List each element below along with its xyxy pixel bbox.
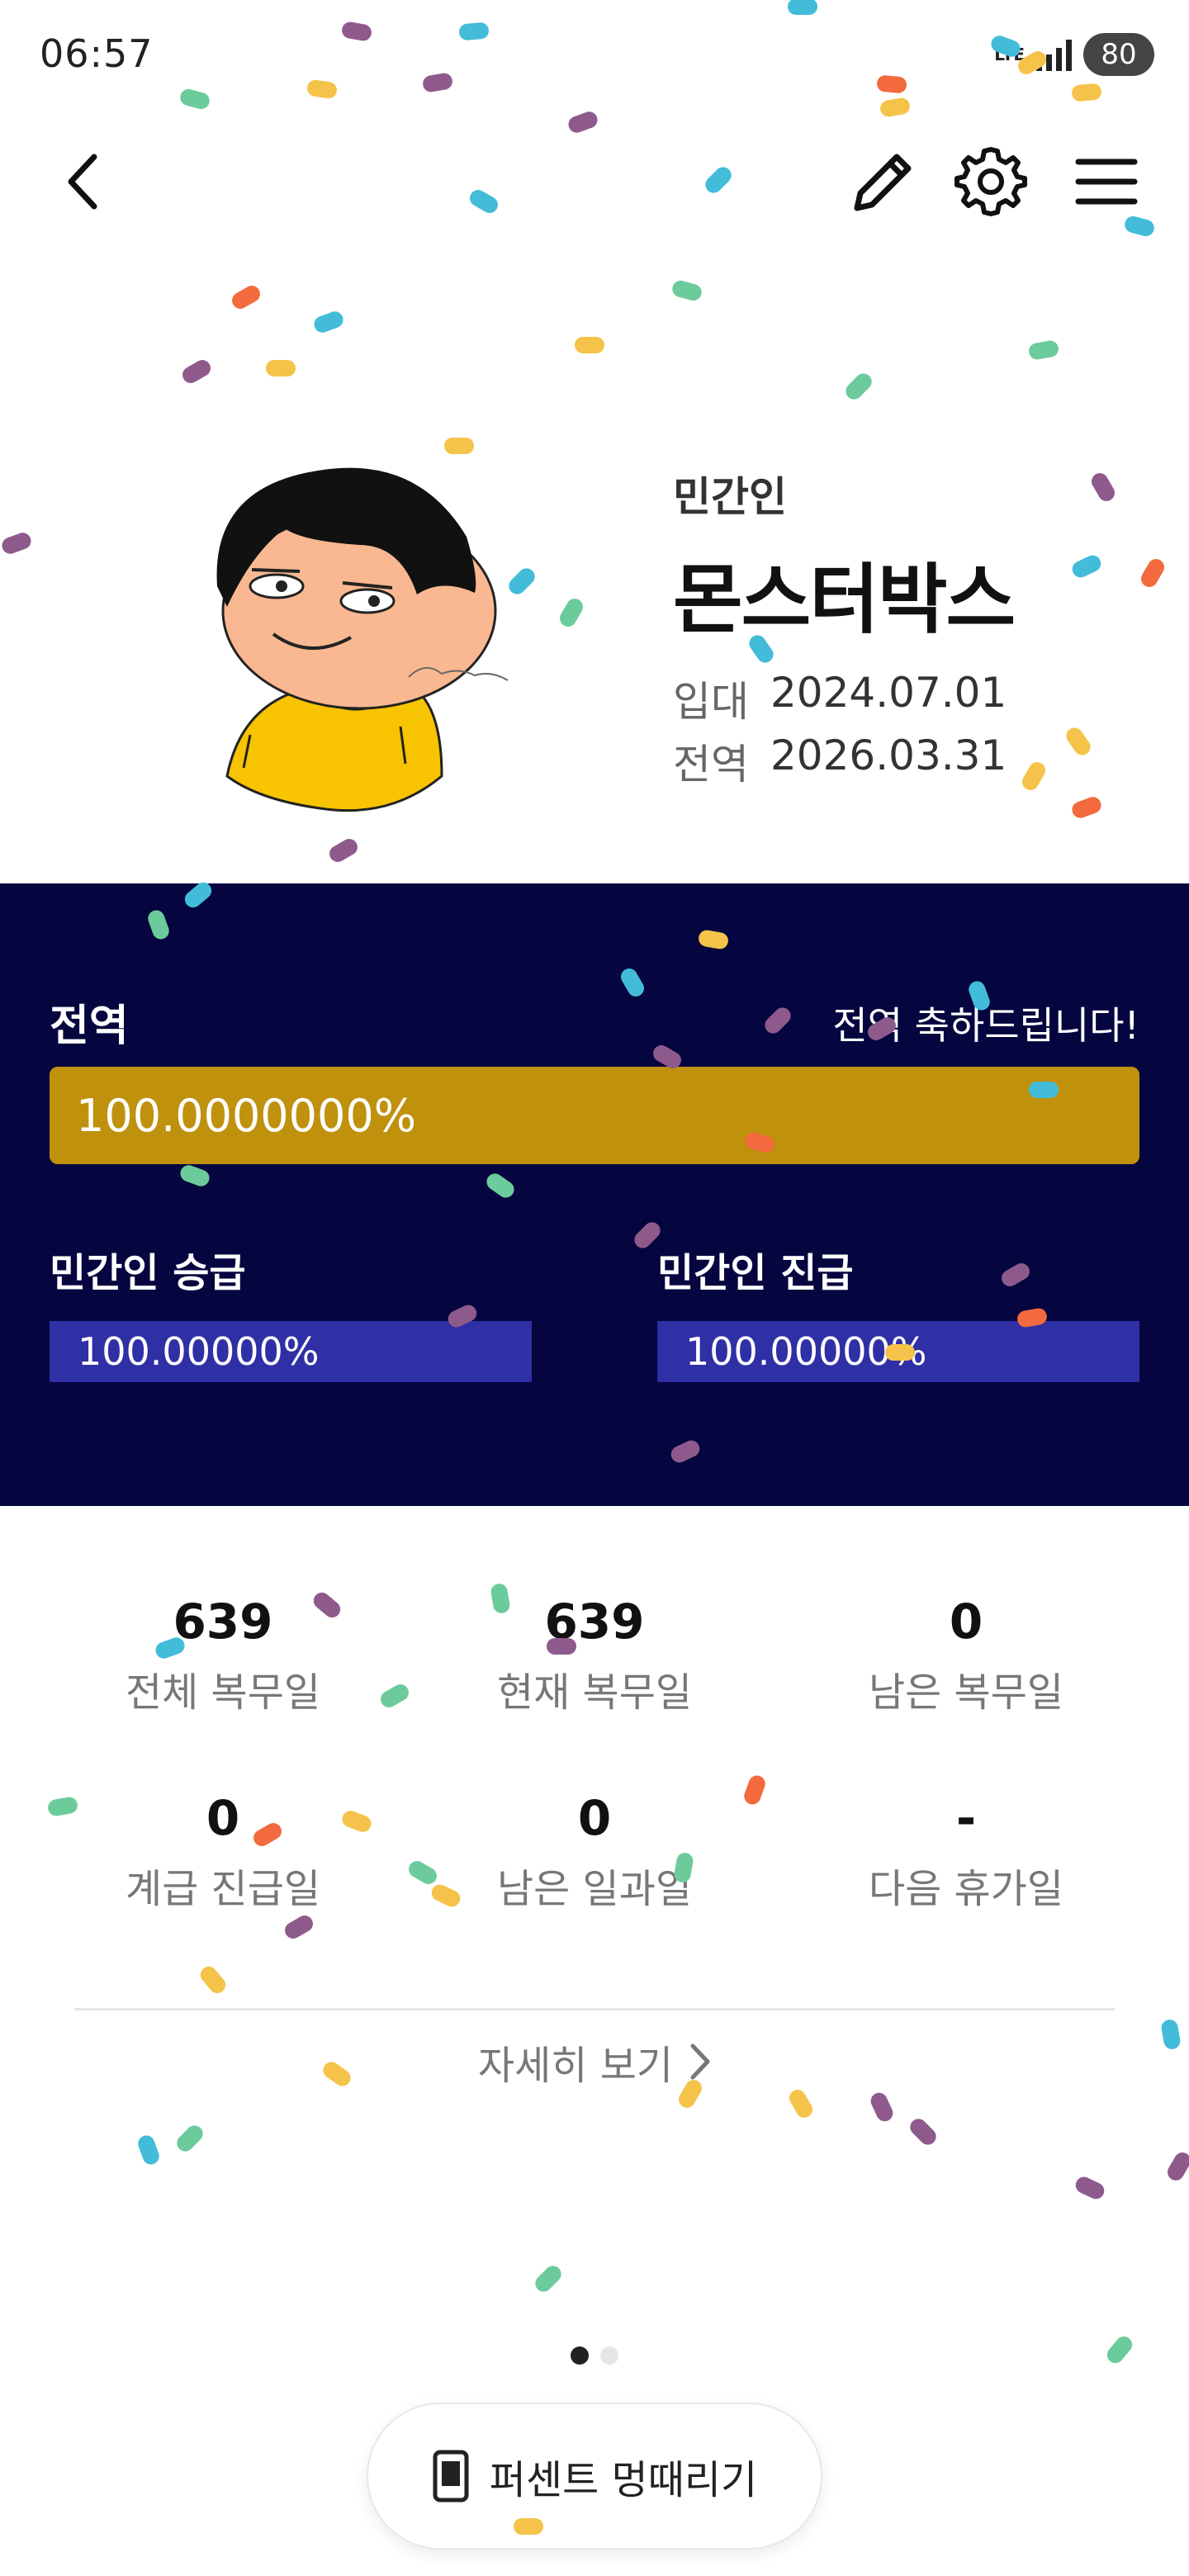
discharge-progress-value: 100.0000000%: [76, 1090, 417, 1142]
percent-stare-button[interactable]: 퍼센트 멍때리기: [367, 2403, 822, 2550]
status-icons: LTE 80: [994, 33, 1154, 76]
confetti-piece: [560, 599, 583, 627]
discharge-progress-title: 전역: [50, 1002, 129, 1051]
promotion-progress: 민간인 승급 100.00000%: [50, 1240, 532, 1382]
profile-name: 몬스터박스: [673, 556, 1016, 644]
confetti-piece: [789, 2090, 812, 2118]
confetti-piece: [1168, 2152, 1189, 2181]
confetti-piece: [1029, 340, 1059, 360]
chevron-left-icon: [68, 154, 97, 210]
confetti-piece: [1141, 559, 1164, 587]
page-indicator: [0, 2346, 1189, 2365]
stat-next-leave: - 다음 휴가일: [780, 1790, 1152, 1914]
confetti-piece: [314, 311, 343, 333]
confetti-piece: [1022, 762, 1045, 790]
enlist-label: 입대: [673, 678, 749, 726]
stat-total-days: 639 전체 복무일: [37, 1593, 409, 1717]
confetti-piece: [2, 533, 31, 554]
see-more-label: 자세히 보기: [477, 2043, 674, 2089]
stat-value: 0: [206, 1790, 240, 1846]
confetti-piece: [329, 839, 358, 862]
signal-icon: [1036, 38, 1072, 71]
page-dot-active[interactable]: [571, 2346, 589, 2365]
lte-icon: LTE: [994, 45, 1025, 64]
congrats-message: 전역 축하드립니다!: [832, 1003, 1139, 1048]
pay-grade-progress-value: 100.00000%: [685, 1329, 927, 1374]
confetti-piece: [1066, 727, 1091, 755]
discharge-date: 2026.03.31: [770, 732, 1007, 779]
enlist-date: 2024.07.01: [770, 669, 1007, 717]
stat-value: 639: [173, 1593, 273, 1650]
see-more-link[interactable]: 자세히 보기: [0, 2033, 1189, 2091]
status-bar: 06:57 LTE 80: [0, 0, 1189, 107]
promotion-progress-value: 100.00000%: [78, 1329, 320, 1374]
pay-grade-title: 민간인 진급: [657, 1250, 854, 1296]
discharge-progress-bar: 100.0000000%: [50, 1067, 1139, 1164]
divider: [74, 2008, 1115, 2010]
stat-value: -: [955, 1790, 977, 1846]
stat-label: 현재 복무일: [496, 1669, 693, 1716]
confetti-piece: [285, 1915, 313, 1939]
edit-button[interactable]: [842, 140, 925, 223]
stat-current-days: 639 현재 복무일: [409, 1593, 780, 1717]
confetti-piece: [444, 438, 474, 454]
stat-remaining-days: 0 남은 복무일: [780, 1593, 1152, 1717]
back-button[interactable]: [43, 140, 126, 223]
confetti-piece: [266, 360, 296, 376]
chevron-right-icon: [690, 2043, 710, 2080]
pay-grade-progress: 민간인 진급 100.00000%: [657, 1240, 1139, 1382]
confetti-piece: [910, 2119, 936, 2145]
stat-value: 0: [577, 1790, 612, 1846]
confetti-piece: [1072, 555, 1101, 578]
settings-button[interactable]: [950, 140, 1032, 223]
status-time: 06:57: [40, 31, 154, 76]
battery-icon: 80: [1083, 33, 1154, 76]
confetti-piece: [1075, 2176, 1105, 2200]
confetti-piece: [470, 190, 498, 213]
pay-grade-progress-bar: 100.00000%: [657, 1321, 1139, 1382]
pencil-icon: [854, 154, 912, 211]
gear-icon: [955, 147, 1027, 216]
page-dot[interactable]: [600, 2346, 618, 2365]
stat-label: 전체 복무일: [125, 1669, 321, 1716]
confetti-piece: [138, 2135, 159, 2165]
discharge-date-row: 전역 2026.03.31: [673, 732, 1007, 791]
confetti-piece: [575, 337, 604, 353]
progress-panel[interactable]: 전역 전역 축하드립니다! 100.0000000% 민간인 승급 100.00…: [0, 883, 1189, 1506]
stat-label: 계급 진급일: [125, 1866, 321, 1912]
confetti-piece: [568, 111, 598, 133]
confetti-piece: [672, 280, 702, 301]
confetti-piece: [177, 2125, 203, 2152]
avatar[interactable]: [194, 454, 541, 817]
hamburger-menu-icon: [1075, 159, 1138, 205]
confetti-piece: [200, 1966, 226, 1994]
confetti-piece: [182, 360, 211, 383]
confetti-piece: [535, 2266, 561, 2292]
phone-icon: [433, 2450, 469, 2503]
profile-rank: 민간인: [673, 473, 787, 521]
percent-stare-label: 퍼센트 멍때리기: [489, 2457, 758, 2503]
confetti-piece: [1092, 473, 1115, 501]
stat-label: 다음 휴가일: [868, 1866, 1064, 1912]
confetti-piece: [1072, 797, 1101, 818]
promotion-title: 민간인 승급: [50, 1250, 246, 1296]
stat-promotion-days: 0 계급 진급일: [37, 1790, 409, 1914]
enlist-date-row: 입대 2024.07.01: [673, 669, 1007, 728]
promotion-progress-bar: 100.00000%: [50, 1321, 532, 1382]
confetti-piece: [870, 2092, 893, 2122]
stat-remaining-workdays: 0 남은 일과일: [409, 1790, 780, 1914]
stat-value: 639: [544, 1593, 645, 1650]
confetti-piece: [232, 286, 260, 309]
stat-label: 남은 복무일: [868, 1669, 1064, 1716]
confetti-piece: [846, 373, 872, 400]
avatar-drawing: [216, 467, 509, 812]
menu-button[interactable]: [1065, 140, 1148, 223]
stat-value: 0: [949, 1593, 983, 1650]
discharge-label: 전역: [673, 741, 749, 788]
confetti-piece: [705, 167, 732, 193]
stat-label: 남은 일과일: [496, 1866, 693, 1912]
